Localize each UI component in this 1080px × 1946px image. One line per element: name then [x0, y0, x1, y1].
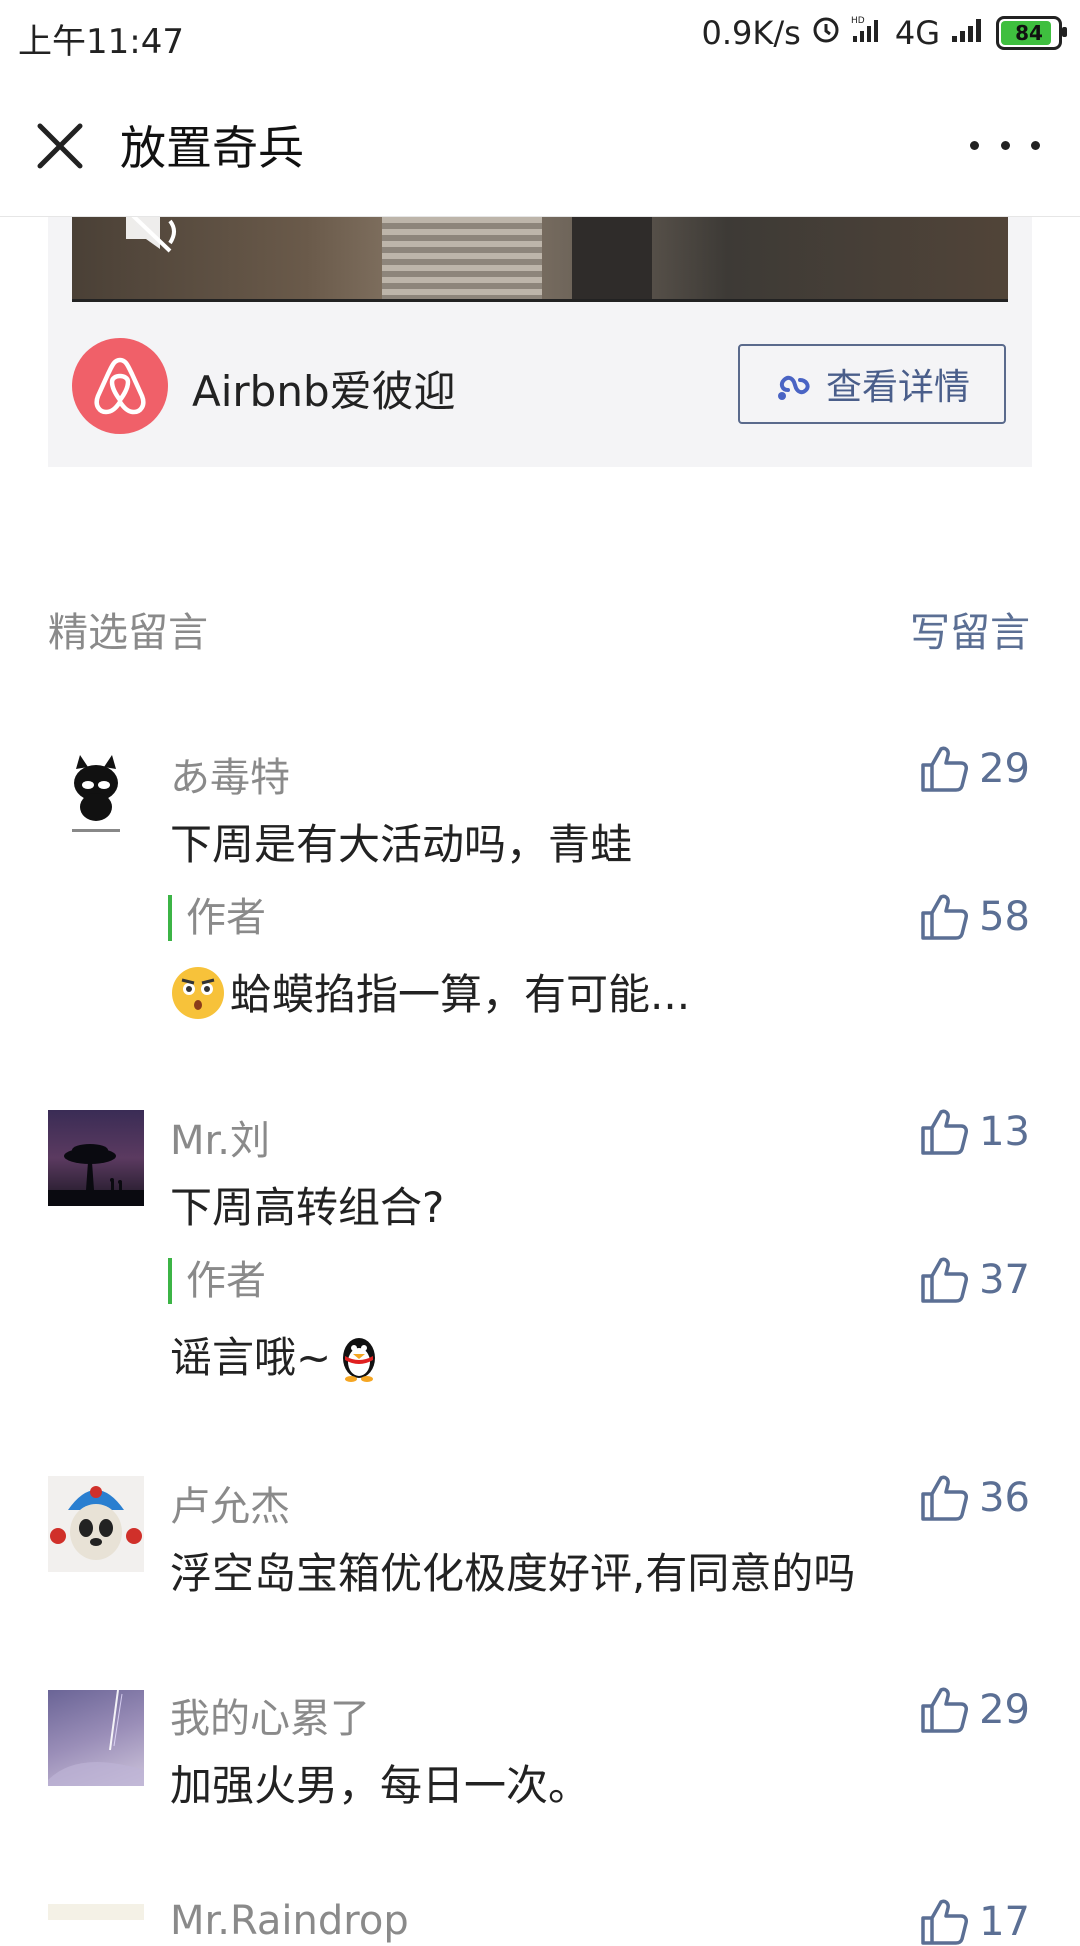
signal-hd-icon: HD [851, 14, 885, 52]
like-count: 58 [979, 894, 1030, 940]
comment-author: あ毒特 [170, 755, 290, 801]
author-reply-content: 谣言哦~ [170, 1333, 332, 1382]
thumbs-up-icon [921, 1109, 969, 1155]
comment-text: 加强火男，每日一次。 [170, 1761, 591, 1810]
author-reply-content: 蛤蟆掐指一算，有可能... [230, 970, 691, 1019]
status-time: 上午11:47 [18, 22, 184, 62]
comment-text: 下周高转组合? [170, 1183, 445, 1232]
avatar[interactable] [48, 745, 144, 841]
more-dot-icon [1000, 140, 1010, 150]
thumbs-up-icon [921, 1257, 969, 1303]
battery-level: 84 [1015, 21, 1043, 45]
comment-author: 卢允杰 [170, 1484, 290, 1530]
like-count: 29 [979, 746, 1030, 792]
ad-video[interactable] [72, 217, 1008, 302]
comment-text: 下周是有大活动吗，青蛙 [170, 820, 633, 869]
svg-text:HD: HD [851, 16, 865, 26]
more-button[interactable] [970, 120, 1040, 170]
thumbs-up-icon [921, 1899, 969, 1945]
page-title: 放置奇兵 [120, 121, 304, 175]
author-reply-tag: 作者 [168, 1258, 266, 1304]
view-details-label: 查看详情 [825, 367, 970, 408]
thumbs-up-icon [921, 1475, 969, 1521]
avatar[interactable] [48, 1904, 144, 1920]
mute-icon[interactable] [120, 207, 190, 257]
author-reply-tag: 作者 [168, 895, 266, 941]
comment-author: Mr.刘 [170, 1118, 270, 1164]
airbnb-logo-icon[interactable] [72, 338, 168, 434]
featured-comments-title: 精选留言 [48, 610, 208, 656]
like-count: 36 [979, 1475, 1030, 1521]
avatar[interactable] [48, 1476, 144, 1572]
like-count: 13 [979, 1109, 1030, 1155]
like-button[interactable]: 13 [919, 1108, 1030, 1156]
author-reply-text: 谣言哦~ [170, 1324, 391, 1394]
close-button[interactable] [30, 116, 90, 176]
like-button[interactable]: 58 [919, 893, 1030, 941]
more-dot-icon [970, 140, 979, 150]
like-count: 29 [979, 1687, 1030, 1733]
comment-author: Mr.Raindrop [170, 1898, 409, 1944]
comment-author: 我的心累了 [170, 1696, 370, 1742]
status-icons: 0.9K/s HD 4G 84 [701, 14, 1067, 52]
like-count: 17 [979, 1899, 1030, 1945]
ad-brand-name[interactable]: Airbnb爱彼迎 [192, 358, 456, 419]
write-comment-link[interactable]: 写留言 [910, 600, 1030, 658]
close-icon [37, 123, 83, 169]
status-bar: 上午11:47 0.9K/s HD 4G 84 [0, 0, 1080, 72]
like-button[interactable]: 37 [919, 1256, 1030, 1304]
like-button[interactable]: 17 [919, 1898, 1030, 1946]
alarm-icon [811, 14, 841, 52]
shocked-face-icon [170, 965, 226, 1031]
view-details-button[interactable]: 查看详情 [738, 344, 1006, 424]
more-dot-icon [1031, 140, 1040, 150]
like-button[interactable]: 36 [919, 1474, 1030, 1522]
like-button[interactable]: 29 [919, 745, 1030, 793]
penguin-icon [331, 1328, 387, 1394]
avatar[interactable] [48, 1690, 144, 1786]
signal-icon [950, 14, 986, 52]
thumbs-up-icon [921, 894, 969, 940]
mini-program-icon [777, 375, 810, 400]
thumbs-up-icon [921, 1687, 969, 1733]
comment-text: 浮空岛宝箱优化极度好评,有同意的吗 [170, 1549, 856, 1598]
nav-bar: 放置奇兵 [0, 72, 1080, 217]
network-type: 4G [894, 14, 940, 52]
thumbs-up-icon [921, 746, 969, 792]
like-count: 37 [979, 1257, 1030, 1303]
net-speed: 0.9K/s [701, 14, 801, 52]
author-reply-text: 蛤蟆掐指一算，有可能... [170, 961, 690, 1031]
battery-icon: 84 [996, 16, 1067, 50]
avatar[interactable] [48, 1110, 144, 1206]
like-button[interactable]: 29 [919, 1686, 1030, 1734]
